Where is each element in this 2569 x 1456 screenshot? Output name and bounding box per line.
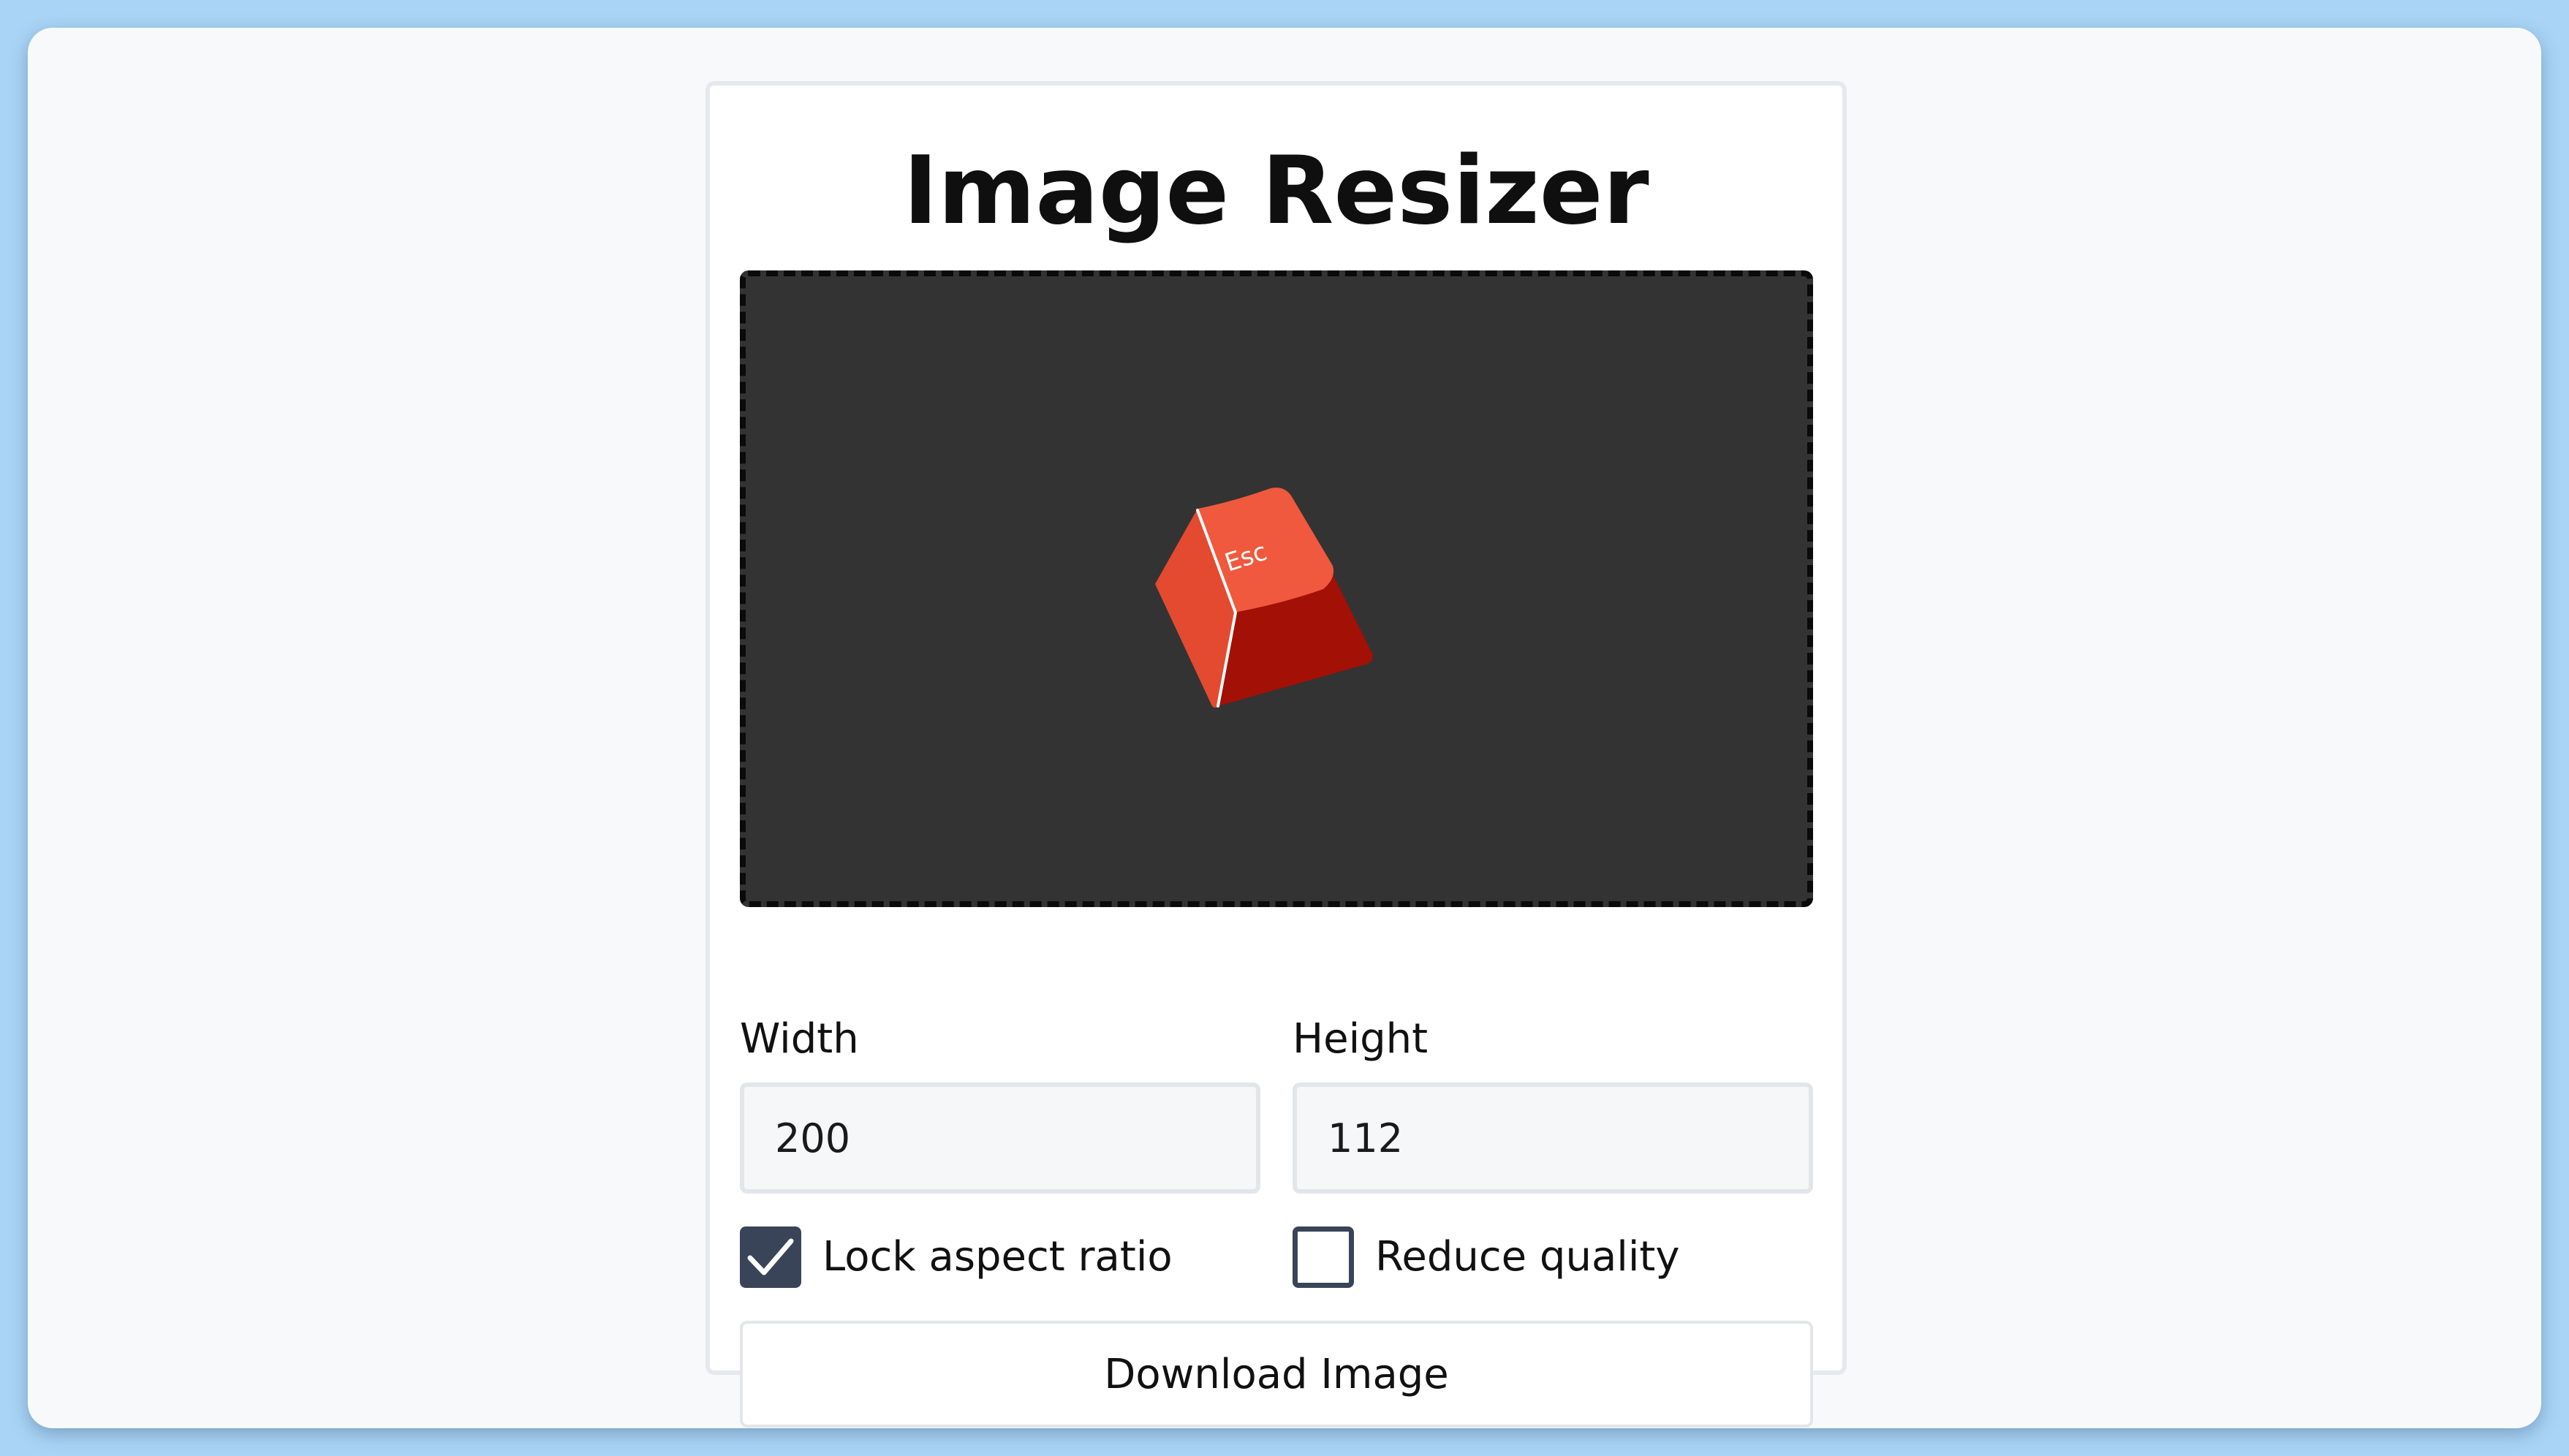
height-input[interactable] [1293, 1082, 1813, 1194]
height-label: Height [1293, 1015, 1429, 1063]
esc-keycap-image: Esc [1155, 488, 1373, 708]
width-input[interactable] [740, 1082, 1260, 1194]
checkmark-icon [747, 1238, 794, 1275]
page-title: Image Resizer [903, 137, 1649, 246]
app-window: Image Resizer Esc Width Height Lock a [28, 28, 2541, 1428]
lock-aspect-ratio-checkbox[interactable] [740, 1226, 801, 1288]
download-image-button[interactable]: Download Image [740, 1321, 1813, 1427]
lock-aspect-ratio-label[interactable]: Lock aspect ratio [822, 1232, 1173, 1283]
width-label: Width [740, 1015, 859, 1063]
image-drop-zone[interactable]: Esc [740, 270, 1813, 907]
reduce-quality-checkbox[interactable] [1293, 1226, 1354, 1288]
reduce-quality-label[interactable]: Reduce quality [1375, 1232, 1680, 1283]
resizer-card: Image Resizer Esc Width Height Lock a [705, 81, 1847, 1427]
